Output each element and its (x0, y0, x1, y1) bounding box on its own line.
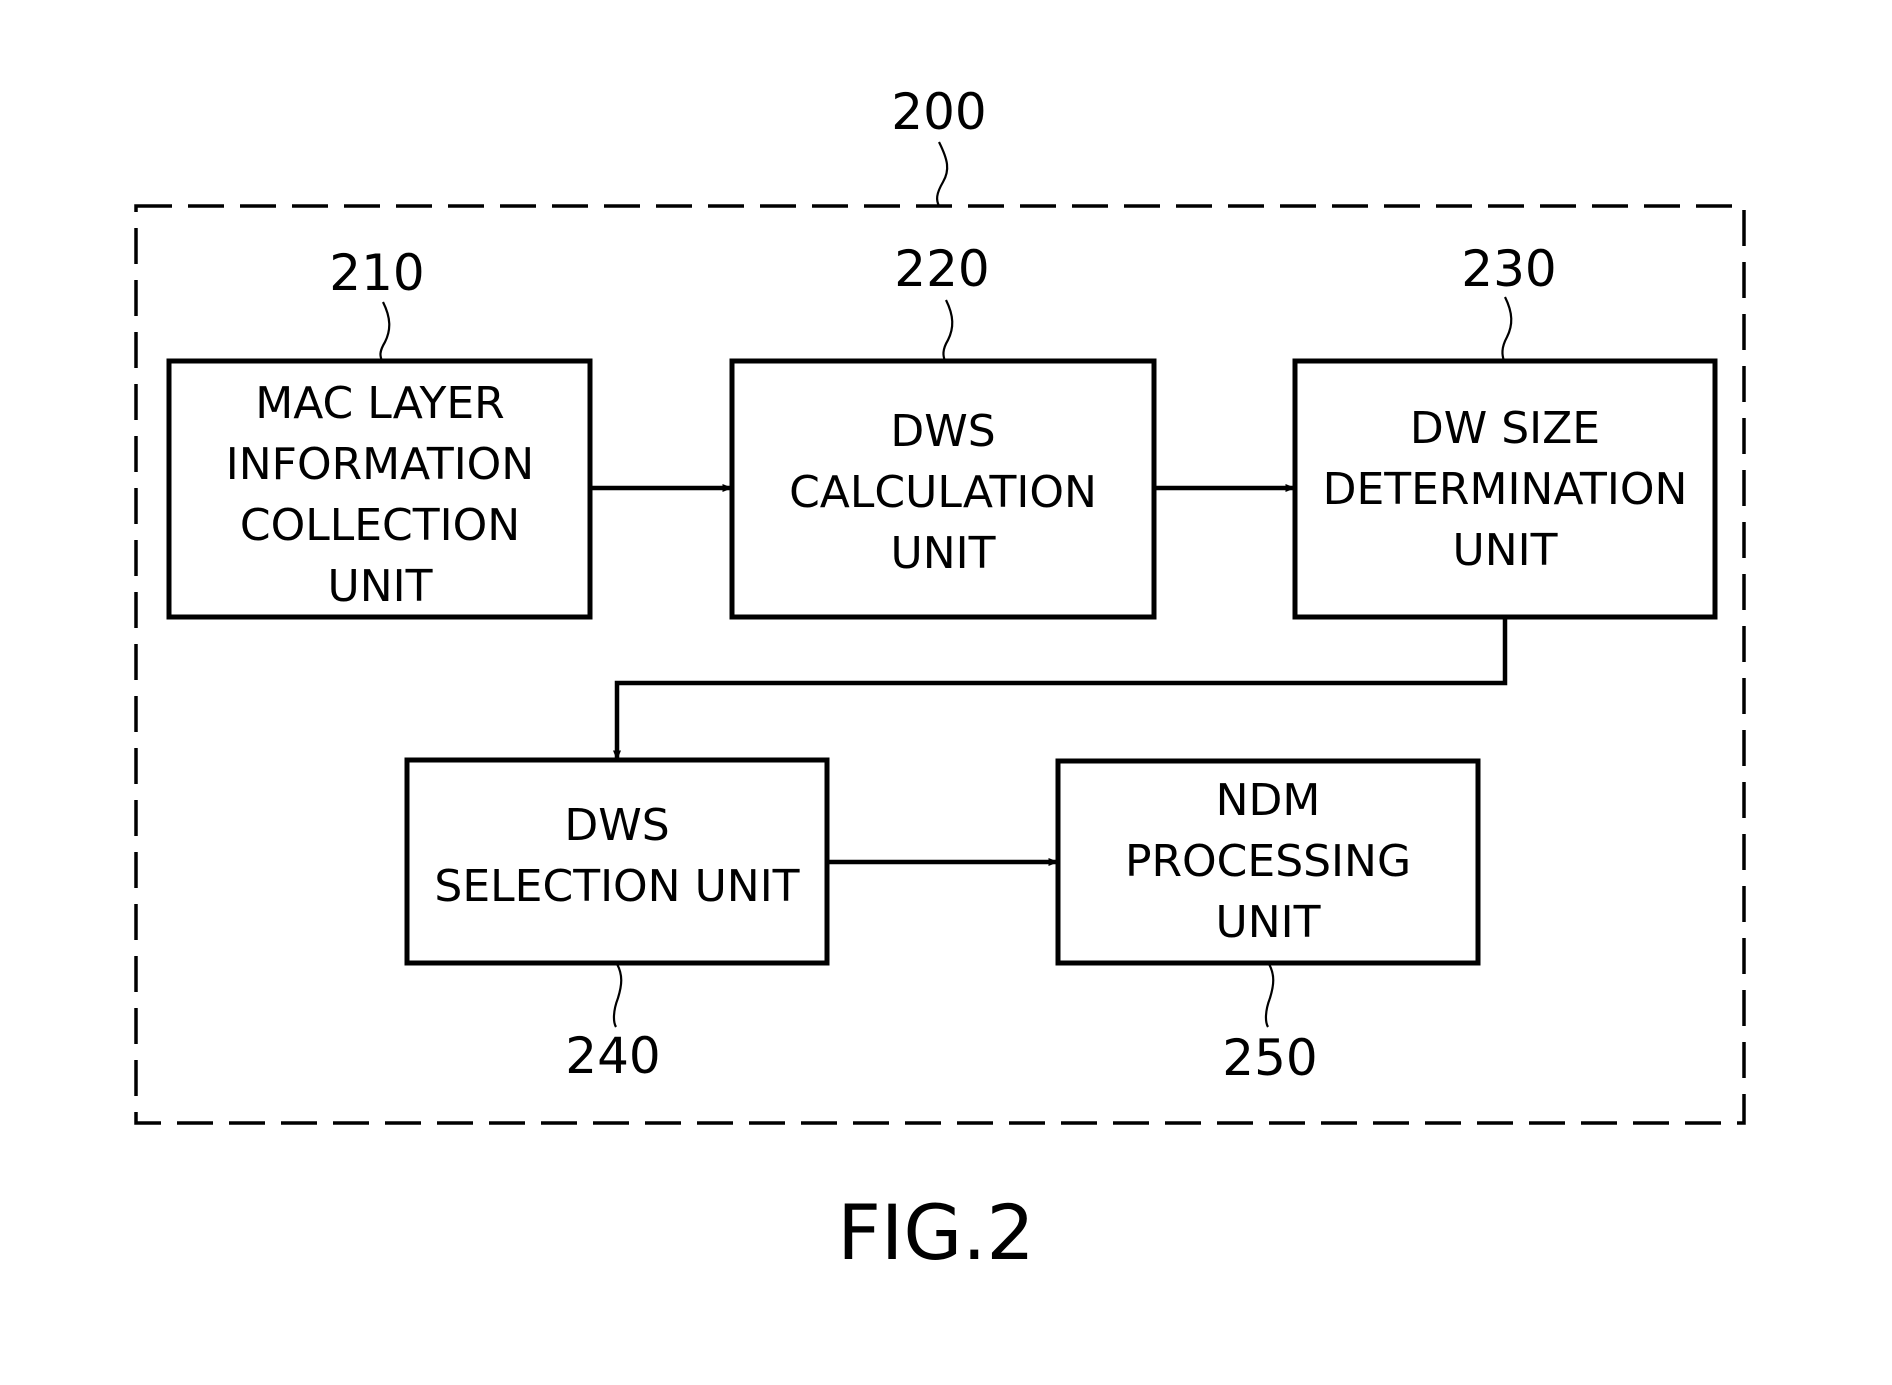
leader-line-250 (1264, 963, 1275, 1028)
block-240-line-2: SELECTION UNIT (434, 861, 799, 912)
block-230-line-1: DW SIZE (1410, 403, 1600, 454)
block-250-line-3: UNIT (1216, 897, 1321, 948)
block-250-line-2: PROCESSING (1125, 836, 1411, 887)
block-diagram: 200 MAC LAYER INFORMATION COLLECTION UNI… (134, 83, 1746, 1277)
ref-label-230: 230 (1461, 240, 1556, 298)
leader-line-220 (942, 299, 954, 362)
ref-label-250: 250 (1222, 1029, 1317, 1087)
arrow-230-to-240 (613, 619, 1508, 761)
leader-line-200 (936, 141, 949, 207)
block-240-line-1: DWS (564, 800, 669, 851)
block-230-line-3: UNIT (1453, 525, 1558, 576)
leader-line-210 (379, 301, 391, 362)
block-220-line-1: DWS (890, 406, 995, 457)
block-230-line-2: DETERMINATION (1323, 464, 1688, 515)
block-210-mac-layer-information-collection-unit: MAC LAYER INFORMATION COLLECTION UNIT (166, 358, 593, 620)
ref-label-240: 240 (565, 1027, 660, 1085)
ref-label-200: 200 (891, 83, 986, 141)
block-230-dw-size-determination-unit: DW SIZE DETERMINATION UNIT (1292, 358, 1718, 620)
block-250-line-1: NDM (1216, 775, 1321, 826)
block-220-line-3: UNIT (891, 528, 996, 579)
ref-label-220: 220 (894, 240, 989, 298)
block-210-line-1: MAC LAYER (255, 378, 504, 429)
block-210-line-2: INFORMATION (226, 439, 534, 490)
block-250-ndm-processing-unit: NDM PROCESSING UNIT (1055, 758, 1481, 966)
block-240-dws-selection-unit: DWS SELECTION UNIT (404, 757, 830, 966)
block-210-line-3: COLLECTION (240, 500, 520, 551)
figure-caption: FIG.2 (837, 1188, 1035, 1277)
ref-label-210: 210 (329, 244, 424, 302)
block-210-line-4: UNIT (328, 561, 433, 612)
block-220-line-2: CALCULATION (789, 467, 1097, 518)
leader-line-240 (612, 963, 623, 1028)
leader-line-230 (1501, 296, 1513, 362)
block-220-dws-calculation-unit: DWS CALCULATION UNIT (729, 358, 1157, 620)
